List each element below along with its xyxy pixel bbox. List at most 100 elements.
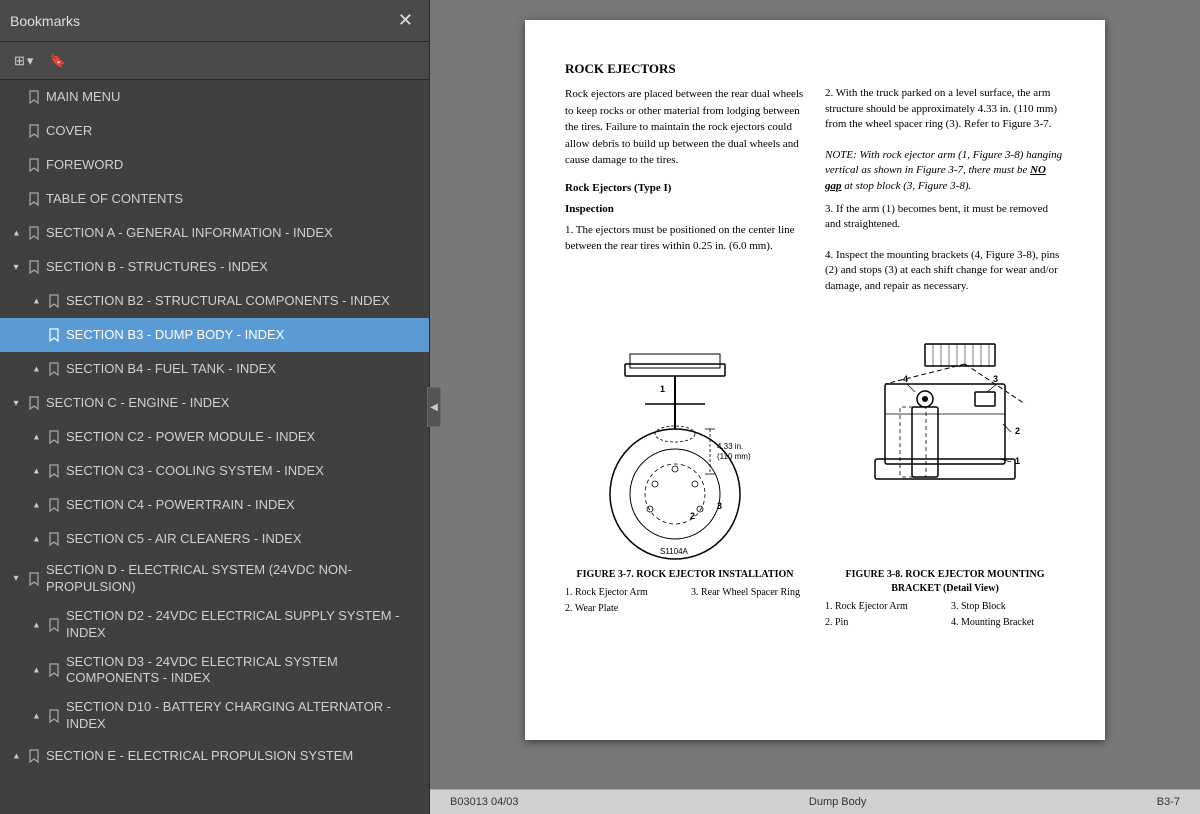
- expand-arrow-icon: ▸: [28, 293, 44, 309]
- expand-arrow-icon: ▾: [8, 259, 24, 275]
- footer-right: B3-7: [1157, 796, 1180, 808]
- figure-3-7: 4.33 in. (110 mm) 1 2 3 S1104A: [565, 304, 805, 630]
- svg-text:S1104A: S1104A: [660, 547, 689, 556]
- left-column-list: 1. The ejectors must be positioned on th…: [565, 223, 805, 254]
- expand-all-button[interactable]: ⊞ ▾: [8, 49, 39, 73]
- legend-item: 2. Wear Plate: [565, 602, 679, 616]
- expand-arrow-icon: ▸: [28, 497, 44, 513]
- bookmark-item-section-d2[interactable]: ▸SECTION D2 - 24VDC ELECTRICAL SUPPLY SY…: [0, 602, 429, 648]
- type-label: Rock Ejectors (Type I): [565, 181, 805, 196]
- bookmark-icon: [26, 89, 42, 105]
- page-container[interactable]: ROCK EJECTORS Rock ejectors are placed b…: [430, 0, 1200, 789]
- svg-text:3: 3: [993, 374, 998, 384]
- bookmark-icon: [46, 293, 62, 309]
- figure-3-8-svg: 4 3 2 1: [825, 304, 1065, 564]
- bookmark-label: SECTION C5 - AIR CLEANERS - INDEX: [66, 531, 421, 548]
- expand-arrow-icon: ▾: [8, 395, 24, 411]
- bookmark-label: MAIN MENU: [46, 89, 421, 106]
- bookmark-label: SECTION E - ELECTRICAL PROPULSION SYSTEM: [46, 748, 421, 765]
- bookmark-item-section-c3[interactable]: ▸ SECTION C3 - COOLING SYSTEM - INDEX: [0, 454, 429, 488]
- bookmark-icon: [46, 463, 62, 479]
- figure-3-7-svg: 4.33 in. (110 mm) 1 2 3 S1104A: [565, 304, 805, 564]
- bookmark-label: SECTION B3 - DUMP BODY - INDEX: [66, 327, 421, 344]
- inspection-label: Inspection: [565, 202, 805, 217]
- bookmark-label: SECTION B2 - STRUCTURAL COMPONENTS - IND…: [66, 293, 421, 310]
- close-button[interactable]: ✕: [392, 8, 419, 33]
- bookmark-icon: [26, 259, 42, 275]
- bookmarks-panel: Bookmarks ✕ ⊞ ▾ 🔖 ▸MAIN MENU▸COVER▸FOREW…: [0, 0, 430, 814]
- expand-arrow-icon: ▸: [28, 361, 44, 377]
- list-item: 1. The ejectors must be positioned on th…: [565, 223, 805, 254]
- bookmark-icon: [46, 531, 62, 547]
- footer-left: B03013 04/03: [450, 796, 519, 808]
- sidebar-collapse-button[interactable]: ◀: [427, 387, 441, 427]
- bookmark-list: ▸MAIN MENU▸COVER▸FOREWORD▸TABLE OF CONTE…: [0, 80, 429, 814]
- note-text: NOTE: With rock ejector arm (1, Figure 3…: [825, 148, 1065, 194]
- figure-3-7-legend: 1. Rock Ejector Arm 3. Rear Wheel Spacer…: [565, 586, 805, 616]
- document-page: ROCK EJECTORS Rock ejectors are placed b…: [525, 20, 1105, 740]
- bookmark-item-toc[interactable]: ▸TABLE OF CONTENTS: [0, 182, 429, 216]
- bookmark-icon: [46, 662, 62, 678]
- bookmark-icon: [26, 225, 42, 241]
- bookmark-icon: [46, 708, 62, 724]
- bookmark-item-section-b3[interactable]: ▸SECTION B3 - DUMP BODY - INDEX: [0, 318, 429, 352]
- bookmark-item-cover[interactable]: ▸COVER: [0, 114, 429, 148]
- bookmark-item-foreword[interactable]: ▸FOREWORD: [0, 148, 429, 182]
- bookmark-item-section-e[interactable]: ▸SECTION E - ELECTRICAL PROPULSION SYSTE…: [0, 739, 429, 773]
- legend-item: 4. Mounting Bracket: [951, 616, 1065, 630]
- bookmark-label: SECTION C2 - POWER MODULE - INDEX: [66, 429, 421, 446]
- bookmark-add-button[interactable]: 🔖: [43, 49, 71, 73]
- expand-arrow-icon: ▸: [28, 708, 44, 724]
- bookmark-icon: [26, 157, 42, 173]
- expand-arrow-icon: ▸: [8, 225, 24, 241]
- figure-3-7-caption: FIGURE 3-7. ROCK EJECTOR INSTALLATION: [577, 568, 794, 582]
- bookmark-item-section-b4[interactable]: ▸SECTION B4 - FUEL TANK - INDEX: [0, 352, 429, 386]
- bookmark-label: COVER: [46, 123, 421, 140]
- bookmark-icon: 🔖: [49, 53, 65, 69]
- bookmark-icon: [46, 617, 62, 633]
- bookmark-label: TABLE OF CONTENTS: [46, 191, 421, 208]
- expand-arrow-icon: ▾: [8, 571, 24, 587]
- bookmark-item-section-d[interactable]: ▾ SECTION D - ELECTRICAL SYSTEM (24VDC NO…: [0, 556, 429, 602]
- expand-arrow-icon: ▸: [28, 463, 44, 479]
- bookmark-item-section-d3[interactable]: ▸ SECTION D3 - 24VDC ELECTRICAL SYSTEM CO…: [0, 648, 429, 694]
- bookmark-label: SECTION C4 - POWERTRAIN - INDEX: [66, 497, 421, 514]
- expand-arrow-icon: ▸: [28, 662, 44, 678]
- bookmark-item-section-d10[interactable]: ▸SECTION D10 - BATTERY CHARGING ALTERNAT…: [0, 693, 429, 739]
- bookmark-item-section-c4[interactable]: ▸ SECTION C4 - POWERTRAIN - INDEX: [0, 488, 429, 522]
- bookmark-item-section-b2[interactable]: ▸ SECTION B2 - STRUCTURAL COMPONENTS - IN…: [0, 284, 429, 318]
- intro-text: Rock ejectors are placed between the rea…: [565, 86, 805, 169]
- bookmark-item-section-b[interactable]: ▾SECTION B - STRUCTURES - INDEX: [0, 250, 429, 284]
- bookmark-label: SECTION C3 - COOLING SYSTEM - INDEX: [66, 463, 421, 480]
- svg-text:1: 1: [660, 384, 665, 394]
- bookmark-label: SECTION D2 - 24VDC ELECTRICAL SUPPLY SYS…: [66, 608, 421, 642]
- bookmark-item-main-menu[interactable]: ▸MAIN MENU: [0, 80, 429, 114]
- bookmark-icon: [26, 571, 42, 587]
- bookmark-item-section-c5[interactable]: ▸SECTION C5 - AIR CLEANERS - INDEX: [0, 522, 429, 556]
- bookmark-icon: [26, 191, 42, 207]
- section-title: ROCK EJECTORS: [565, 60, 1065, 78]
- figure-3-8-legend: 1. Rock Ejector Arm 3. Stop Block 2. Pin…: [825, 600, 1065, 630]
- right-item-4: 4. Inspect the mounting brackets (4, Fig…: [825, 248, 1065, 294]
- svg-text:4: 4: [903, 374, 908, 384]
- bookmark-icon: [46, 327, 62, 343]
- bookmark-label: SECTION D - ELECTRICAL SYSTEM (24VDC NON…: [46, 562, 421, 596]
- bookmark-icon: [26, 123, 42, 139]
- bookmark-label: SECTION A - GENERAL INFORMATION - INDEX: [46, 225, 421, 242]
- bookmark-icon: [46, 361, 62, 377]
- sidebar-header: Bookmarks ✕: [0, 0, 429, 42]
- bookmark-item-section-a[interactable]: ▸ SECTION A - GENERAL INFORMATION - INDEX: [0, 216, 429, 250]
- svg-text:3: 3: [717, 501, 722, 511]
- legend-item: 1. Rock Ejector Arm: [825, 600, 939, 614]
- bookmark-item-section-c[interactable]: ▾SECTION C - ENGINE - INDEX: [0, 386, 429, 420]
- right-column: 2. With the truck parked on a level surf…: [825, 86, 1065, 294]
- bookmark-label: SECTION D3 - 24VDC ELECTRICAL SYSTEM COM…: [66, 654, 421, 688]
- legend-item: 2. Pin: [825, 616, 939, 630]
- bookmark-item-section-c2[interactable]: ▸SECTION C2 - POWER MODULE - INDEX: [0, 420, 429, 454]
- bookmark-icon: [26, 395, 42, 411]
- legend-item: 1. Rock Ejector Arm: [565, 586, 679, 600]
- footer-center: Dump Body: [809, 796, 866, 808]
- sidebar-toolbar: ⊞ ▾ 🔖: [0, 42, 429, 80]
- svg-text:1: 1: [1015, 456, 1020, 466]
- svg-text:(110 mm): (110 mm): [717, 452, 751, 461]
